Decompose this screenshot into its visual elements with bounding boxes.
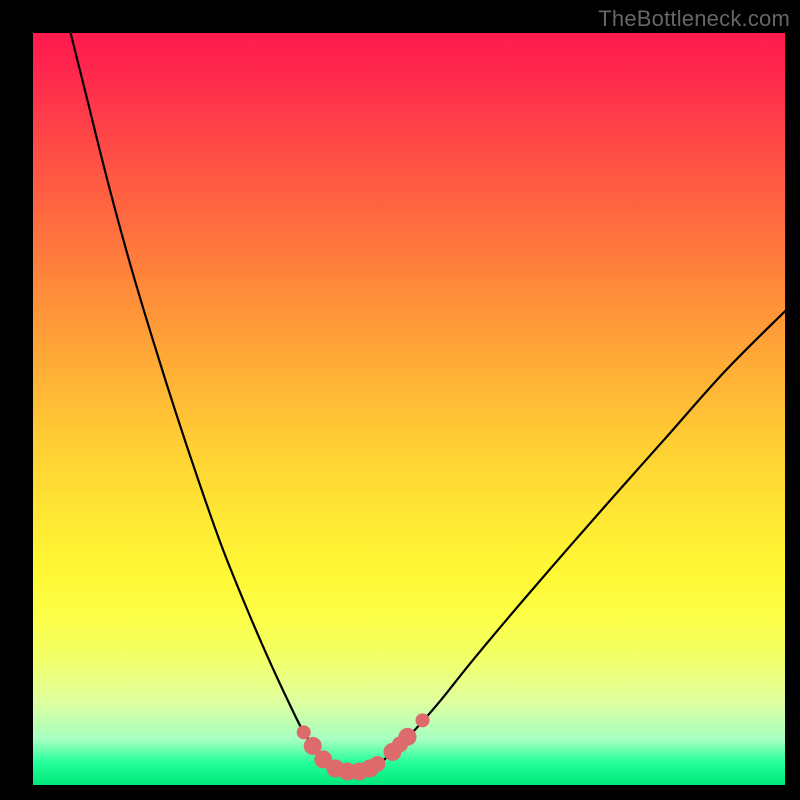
marker-point: [399, 728, 417, 746]
bottleneck-curve: [71, 33, 785, 772]
marker-point: [369, 756, 385, 772]
plot-area: [33, 33, 785, 785]
chart-svg: [33, 33, 785, 785]
watermark-text: TheBottleneck.com: [598, 6, 790, 32]
marker-point: [297, 725, 311, 739]
marker-point: [416, 713, 430, 727]
highlight-markers: [297, 713, 430, 780]
